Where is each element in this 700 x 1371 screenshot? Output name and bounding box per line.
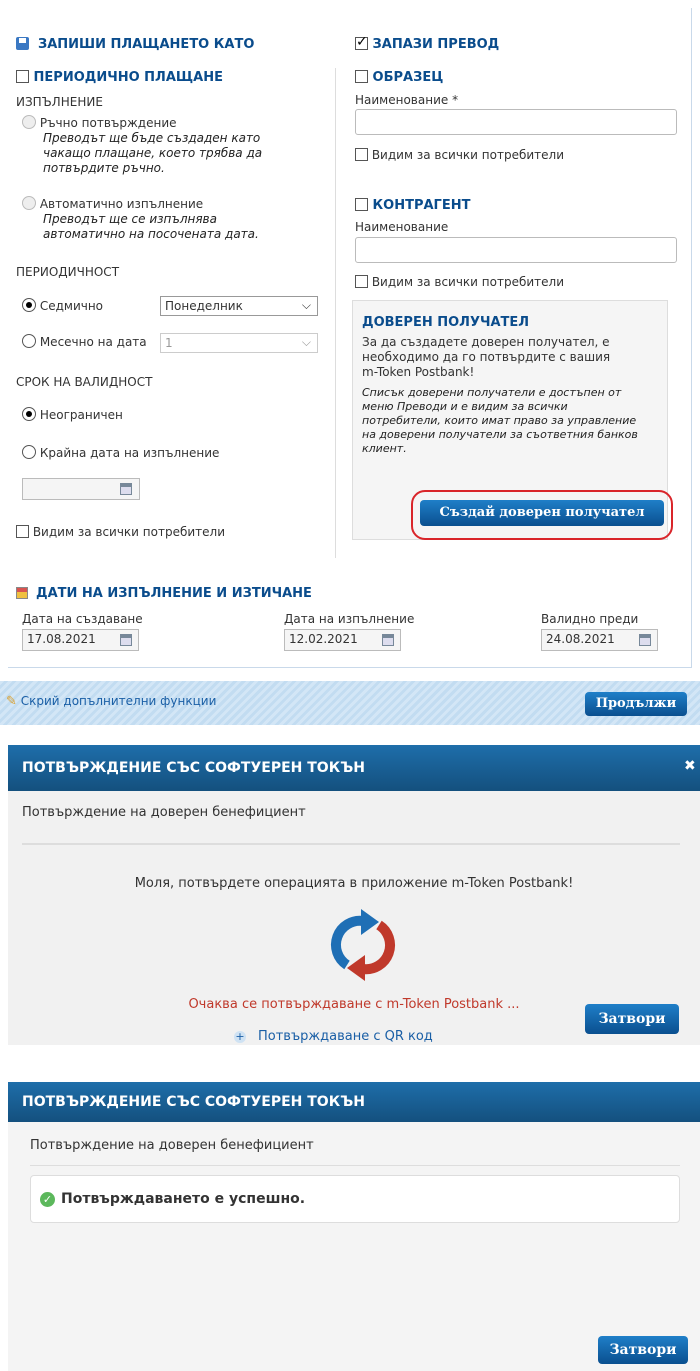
modal1-divider [22,843,680,845]
record-section-title: ЗАПИШИ ПЛАЩАНЕТО КАТО [16,37,254,52]
modal2-header: ПОТВЪРЖДЕНИЕ СЪС СОФТУЕРЕН ТОКЪН [8,1082,700,1122]
valid-before-input[interactable]: 24.08.2021 [541,629,658,651]
template-name-label: Наименование * [355,93,459,107]
unlimited-radio[interactable]: Неограничен [22,407,123,422]
creation-date-label: Дата на създаване [22,612,143,626]
check-circle-icon: ✓ [40,1192,55,1207]
modal1-close-button[interactable]: Затвори [585,1004,679,1034]
end-date-radio[interactable]: Крайна дата на изпълнение [22,445,219,460]
sync-arrows-icon [330,909,396,981]
counterparty-name-input[interactable] [355,237,677,263]
unlimited-radio-circle[interactable] [22,407,36,421]
trusted-recipient-title: ДОВЕРЕН ПОЛУЧАТЕЛ [362,315,530,330]
calendar-icon[interactable] [120,634,132,646]
record-visible-checkbox-box[interactable] [16,525,29,538]
save-transfer-checkbox-box[interactable] [355,34,368,50]
wrench-icon: ✎ [6,694,17,709]
manual-confirmation-radio[interactable]: Ръчно потвърждение [22,115,177,130]
template-visible-all-checkbox[interactable]: Видим за всички потребители [355,148,564,162]
valid-before-label: Валидно преди [541,612,639,626]
calendar-icon [16,587,28,599]
create-trusted-recipient-button[interactable]: Създай доверен получател [420,500,664,526]
plus-icon: + [234,1030,246,1043]
template-checkbox[interactable]: ОБРАЗЕЦ [355,70,443,85]
counterparty-name-label: Наименование [355,220,449,234]
modal1-subtitle: Потвърждение на доверен бенефициент [22,805,306,820]
validity-label: СРОК НА ВАЛИДНОСТ [16,375,153,389]
template-name-input[interactable] [355,109,677,135]
modal1-header: ПОТВЪРЖДЕНИЕ СЪС СОФТУЕРЕН ТОКЪН [8,745,700,791]
counterparty-checkbox[interactable]: КОНТРАГЕНТ [355,198,470,213]
modal2-divider [30,1165,680,1166]
end-date-input[interactable] [22,478,140,500]
success-message: ✓ Потвърждаването е успешно. [40,1191,305,1207]
periodic-checkbox-box[interactable] [16,70,29,83]
month-day-select[interactable]: 1 ⌵ [160,333,318,353]
creation-date-input[interactable]: 17.08.2021 [22,629,139,651]
auto-execution-radio[interactable]: Автоматично изпълнение [22,196,203,211]
trusted-recipient-text: За да създадете доверен получател, е нео… [362,335,611,379]
record-visible-all-checkbox[interactable]: Видим за всички потребители [16,525,225,539]
weekly-radio[interactable]: Седмично [22,298,103,313]
auto-description: Преводът ще се изпълнява автоматично на … [43,212,259,241]
calendar-icon[interactable] [382,634,394,646]
close-icon[interactable]: ✖ [684,758,696,774]
chevron-down-icon: ⌵ [301,298,311,312]
qr-confirm-link[interactable]: + Потвърждаване с QR код [234,1029,433,1044]
monthly-radio-circle[interactable] [22,334,36,348]
weekday-select[interactable]: Понеделник ⌵ [160,296,318,316]
column-divider [335,68,336,558]
trusted-recipient-note: Списък доверени получатели е достъпен от… [362,386,638,455]
execution-date-label: Дата на изпълнение [284,612,415,626]
continue-button[interactable]: Продължи [585,692,687,716]
weekly-radio-circle[interactable] [22,298,36,312]
counterparty-checkbox-box[interactable] [355,198,368,211]
end-date-radio-circle[interactable] [22,445,36,459]
calendar-icon[interactable] [639,634,651,646]
periodic-payment-checkbox[interactable]: ПЕРИОДИЧНО ПЛАЩАНЕ [16,70,223,85]
auto-radio-circle[interactable] [22,196,36,210]
execution-date-input[interactable]: 12.02.2021 [284,629,401,651]
template-visible-checkbox-box[interactable] [355,148,368,161]
counterparty-visible-checkbox-box[interactable] [355,275,368,288]
manual-radio-circle[interactable] [22,115,36,129]
calendar-icon[interactable] [120,483,132,495]
chevron-down-icon: ⌵ [301,335,311,349]
execution-label: ИЗПЪЛНЕНИЕ [16,95,103,109]
manual-description: Преводът ще бъде създаден като чакащо пл… [43,131,263,175]
modal1-message: Моля, потвърдете операцията в приложение… [134,876,574,891]
modal2-close-button[interactable]: Затвори [598,1336,688,1364]
token-modal-success [8,1082,700,1371]
counterparty-visible-all-checkbox[interactable]: Видим за всички потребители [355,275,564,289]
hide-extra-features-link[interactable]: ✎ Скрий допълнителни функции [6,694,216,709]
modal2-subtitle: Потвърждение на доверен бенефициент [30,1138,314,1153]
save-transfer-checkbox[interactable]: ЗАПАЗИ ПРЕВОД [355,34,499,52]
periodicity-label: ПЕРИОДИЧНОСТ [16,265,120,279]
template-checkbox-box[interactable] [355,70,368,83]
save-disk-icon [16,37,29,50]
monthly-radio[interactable]: Месечно на дата [22,334,147,349]
dates-section-title: ДАТИ НА ИЗПЪЛНЕНИЕ И ИЗТИЧАНЕ [16,586,312,601]
